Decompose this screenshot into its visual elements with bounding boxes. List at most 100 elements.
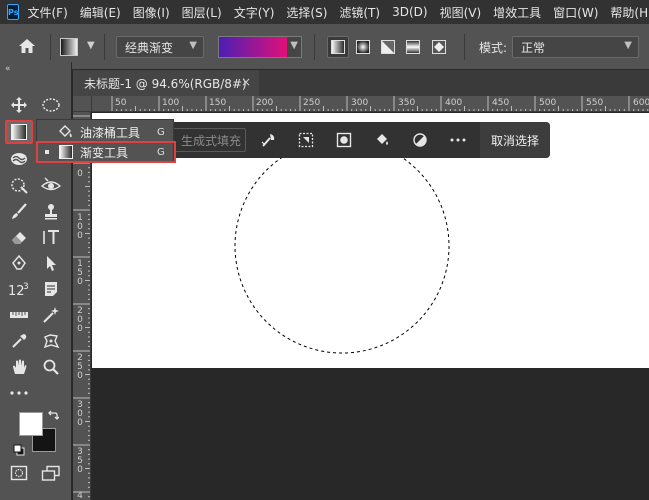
- blend-mode-select[interactable]: 正常 ▼: [512, 36, 639, 58]
- fill-selection-icon[interactable]: [372, 130, 392, 150]
- more-options-icon[interactable]: [448, 130, 468, 150]
- document-title: 未标题-1 @ 94.6%(RGB/8#): [84, 76, 247, 91]
- path-selection-tool-icon[interactable]: [39, 252, 63, 274]
- flyout-item-gradient[interactable]: 渐变工具 G: [36, 141, 176, 163]
- brush-tool-icon[interactable]: [7, 200, 31, 222]
- gradient-preset-select[interactable]: 经典渐变 ▼: [116, 36, 204, 58]
- eraser-tool-icon[interactable]: [7, 226, 31, 248]
- gradient-icon: [58, 144, 74, 163]
- ruler-label: 350: [398, 98, 416, 108]
- flyout-label: 渐变工具: [80, 145, 129, 160]
- ruler-label: 1 0 0: [77, 213, 83, 241]
- layer-mask-icon[interactable]: [334, 130, 354, 150]
- menu-help[interactable]: 帮助(H): [610, 4, 649, 21]
- menu-layer[interactable]: 图层(L): [182, 4, 222, 21]
- svg-text:3: 3: [23, 282, 29, 292]
- ruler-label: 1 5 0: [77, 259, 83, 287]
- generative-fill-placeholder: 生成式填充: [181, 133, 242, 148]
- adjustment-layer-icon[interactable]: [410, 130, 430, 150]
- flyout-shortcut: G: [157, 146, 165, 158]
- menu-select[interactable]: 选择(S): [286, 4, 327, 21]
- angle-gradient-button[interactable]: [377, 36, 399, 58]
- options-separator: [50, 34, 51, 60]
- chevron-down-icon[interactable]: ▼: [87, 40, 95, 51]
- hand-tool-icon[interactable]: [7, 356, 31, 378]
- menu-file[interactable]: 文件(F): [27, 4, 67, 21]
- eyedropper-tool-icon[interactable]: [7, 330, 31, 352]
- ruler-label: 2 0 0: [77, 306, 83, 334]
- more-tools-icon[interactable]: [7, 382, 31, 404]
- linear-gradient-button[interactable]: [327, 36, 349, 58]
- menu-type[interactable]: 文字(Y): [234, 4, 275, 21]
- note-tool-icon[interactable]: [39, 278, 63, 300]
- puppet-warp-tool-icon[interactable]: [39, 330, 63, 352]
- gradient-tool-icon[interactable]: [5, 120, 33, 144]
- blend-mode-value: 正常: [521, 40, 546, 55]
- menu-plugins[interactable]: 增效工具: [493, 4, 541, 21]
- ruler-label: 3 0 0: [77, 400, 83, 428]
- paint-bucket-icon: [58, 124, 74, 143]
- menu-view[interactable]: 视图(V): [440, 4, 482, 21]
- menu-image[interactable]: 图像(I): [133, 4, 170, 21]
- type-tool-icon[interactable]: [39, 226, 63, 248]
- swap-colors-icon[interactable]: [46, 408, 60, 422]
- ruler-label: 250: [303, 98, 321, 108]
- ruler-label: 50: [115, 98, 127, 108]
- horizontal-ruler[interactable]: 50 100 150 200 250 300 350 400 450 500 5…: [92, 96, 649, 112]
- elliptical-marquee-tool-icon[interactable]: [39, 94, 63, 116]
- foreground-color-swatch[interactable]: [19, 412, 43, 436]
- close-icon[interactable]: ×: [241, 75, 251, 89]
- options-bar: ▼ 经典渐变 ▼ ▼ 模式: 正常 ▼: [0, 24, 649, 70]
- deselect-button[interactable]: 取消选择: [480, 122, 550, 158]
- document-tab-bar: 未标题-1 @ 94.6%(RGB/8#) ×: [73, 70, 649, 96]
- collapse-panel-icon[interactable]: «: [5, 64, 11, 74]
- chevron-down-icon: ▼: [290, 40, 298, 51]
- home-icon[interactable]: [17, 37, 37, 55]
- ruler-label: 550: [586, 98, 604, 108]
- default-colors-icon[interactable]: [13, 444, 25, 456]
- ruler-origin[interactable]: [73, 96, 92, 112]
- ruler-label: 2 5 0: [77, 353, 83, 381]
- ruler-tool-icon[interactable]: [7, 304, 31, 326]
- menu-filter[interactable]: 滤镜(T): [339, 4, 380, 21]
- menu-3d[interactable]: 3D(D): [392, 5, 427, 19]
- options-separator: [464, 34, 465, 60]
- ruler-label: 500: [539, 98, 557, 108]
- chevron-down-icon: ▼: [189, 40, 197, 51]
- flyout-label: 油漆桶工具: [80, 125, 141, 140]
- move-tool-icon[interactable]: [7, 94, 31, 116]
- ruler-label: 4 0 0: [77, 491, 83, 500]
- menu-bar: Ps 文件(F) 编辑(E) 图像(I) 图层(L) 文字(Y) 选择(S) 滤…: [0, 0, 649, 24]
- gradient-preview: [219, 37, 287, 57]
- document-tab[interactable]: 未标题-1 @ 94.6%(RGB/8#) ×: [73, 70, 259, 96]
- menu-edit[interactable]: 编辑(E): [80, 4, 121, 21]
- invert-selection-icon[interactable]: [296, 130, 316, 150]
- select-and-mask-icon[interactable]: [258, 130, 278, 150]
- radial-gradient-button[interactable]: [352, 36, 374, 58]
- zoom-tool-icon[interactable]: [39, 356, 63, 378]
- count-tool-icon[interactable]: 12 3: [7, 278, 31, 300]
- gradient-tool-preset-icon[interactable]: [60, 38, 78, 56]
- magic-wand-tool-icon[interactable]: [39, 304, 63, 326]
- pen-tool-icon[interactable]: [7, 252, 31, 274]
- ruler-label: 3 5 0: [77, 447, 83, 475]
- object-selection-tool-icon[interactable]: [7, 148, 31, 170]
- quick-mask-icon[interactable]: [7, 462, 31, 484]
- options-separator: [314, 34, 315, 60]
- ruler-label: 400: [445, 98, 463, 108]
- red-eye-tool-icon[interactable]: [39, 174, 63, 196]
- quick-selection-tool-icon[interactable]: [7, 174, 31, 196]
- diamond-gradient-button[interactable]: [428, 36, 450, 58]
- ruler-label: 150: [209, 98, 227, 108]
- ruler-label: 100: [162, 98, 180, 108]
- reflected-gradient-button[interactable]: [402, 36, 424, 58]
- menu-window[interactable]: 窗口(W): [553, 4, 598, 21]
- contextual-task-bar: 生成式填充 取消选择: [160, 122, 550, 158]
- generative-fill-input[interactable]: 生成式填充: [166, 128, 246, 152]
- flyout-item-paint-bucket[interactable]: 油漆桶工具 G: [37, 122, 175, 142]
- gradient-picker[interactable]: ▼: [218, 36, 302, 58]
- clone-stamp-tool-icon[interactable]: [39, 200, 63, 222]
- screen-mode-icon[interactable]: [39, 462, 63, 484]
- ruler-label: 300: [351, 98, 369, 108]
- vertical-ruler[interactable]: 0 5 1 0 0 1 5 0 2 0 0 2 5 0 3 0 0 3 5 0 …: [73, 112, 91, 500]
